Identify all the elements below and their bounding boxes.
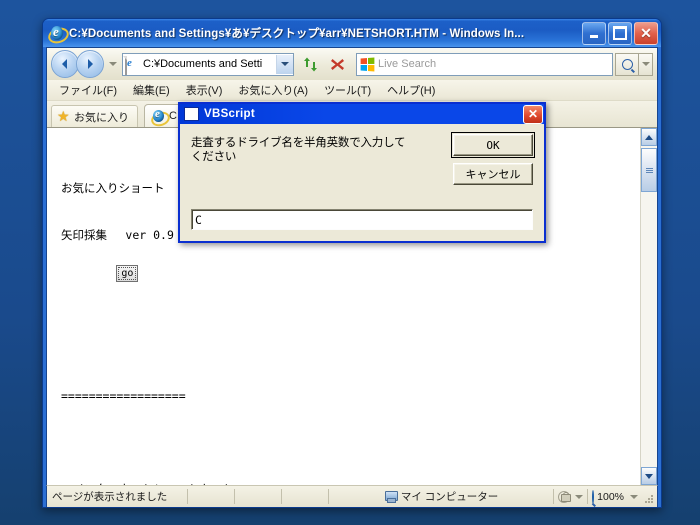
chevron-down-icon bbox=[641, 62, 650, 66]
address-bar[interactable]: e C:¥Documents and Setti bbox=[122, 52, 294, 76]
chevron-down-icon[interactable] bbox=[575, 494, 584, 499]
search-input[interactable]: Live Search bbox=[356, 52, 613, 76]
recent-pages-dropdown[interactable] bbox=[107, 62, 119, 66]
search-go-button[interactable] bbox=[615, 52, 639, 76]
lock-icon bbox=[558, 490, 572, 503]
favorites-label: お気に入り bbox=[74, 111, 129, 124]
status-message: ページが表示されました bbox=[47, 489, 188, 504]
dialog-top-row: 走査するドライブ名を半角英数で入力して ください OK キャンセル bbox=[191, 132, 535, 185]
protected-mode-indicator[interactable] bbox=[554, 489, 589, 504]
scrollbar-thumb[interactable] bbox=[641, 148, 657, 192]
minimize-button[interactable] bbox=[582, 21, 606, 45]
address-value: C:¥Documents and Setti bbox=[143, 58, 263, 70]
search-icon bbox=[621, 58, 633, 70]
chevron-down-icon bbox=[645, 473, 653, 479]
status-slot-3 bbox=[282, 489, 329, 504]
menu-item-favorites[interactable]: お気に入り(A) bbox=[230, 80, 316, 100]
status-slot-2 bbox=[235, 489, 282, 504]
security-zone[interactable]: マイ コンピューター bbox=[329, 489, 555, 504]
menu-item-file[interactable]: ファイル(F) bbox=[51, 80, 125, 100]
window-title: C:¥Documents and Settings¥あ¥デスクトップ¥arr¥N… bbox=[69, 28, 525, 40]
security-zone-label: マイ コンピューター bbox=[400, 491, 499, 503]
vbscript-dialog: VBScript ✕ 走査するドライブ名を半角英数で入力して ください OK キ… bbox=[178, 102, 546, 243]
script-window-icon bbox=[184, 107, 199, 121]
cancel-button[interactable]: キャンセル bbox=[453, 163, 533, 185]
close-icon: ✕ bbox=[527, 107, 539, 121]
resize-grip[interactable] bbox=[641, 491, 653, 503]
browser-window: C:¥Documents and Settings¥あ¥デスクトップ¥arr¥N… bbox=[42, 18, 662, 508]
close-button[interactable]: ✕ bbox=[634, 21, 658, 45]
scroll-up-button[interactable] bbox=[641, 128, 657, 146]
back-arrow-icon bbox=[62, 59, 67, 69]
dialog-title: VBScript bbox=[204, 108, 255, 120]
stop-button[interactable] bbox=[325, 52, 350, 77]
vertical-scrollbar[interactable] bbox=[640, 128, 657, 485]
divider-top: ================== bbox=[61, 389, 186, 403]
address-dropdown-button[interactable] bbox=[276, 54, 293, 74]
live-search-icon bbox=[360, 56, 375, 72]
maximize-button[interactable] bbox=[608, 21, 632, 45]
refresh-button[interactable] bbox=[298, 52, 323, 77]
ok-button[interactable]: OK bbox=[451, 132, 535, 158]
refresh-icon bbox=[304, 57, 317, 71]
star-icon: ★ bbox=[57, 108, 70, 124]
zoom-icon bbox=[592, 489, 595, 504]
menu-bar: ファイル(F) 編集(E) 表示(V) お気に入り(A) ツール(T) ヘルプ(… bbox=[47, 80, 657, 101]
search-placeholder: Live Search bbox=[378, 58, 437, 70]
forward-button[interactable] bbox=[76, 50, 104, 78]
close-icon: ✕ bbox=[640, 25, 652, 41]
internet-explorer-icon bbox=[46, 24, 71, 46]
dialog-buttons: OK キャンセル bbox=[451, 132, 535, 185]
window-controls: ✕ bbox=[582, 21, 658, 45]
status-bar: ページが表示されました マイ コンピューター 100% bbox=[46, 485, 658, 507]
scroll-down-button[interactable] bbox=[641, 467, 657, 485]
menu-item-tools[interactable]: ツール(T) bbox=[316, 80, 379, 100]
dialog-close-button[interactable]: ✕ bbox=[523, 104, 543, 124]
title-bar[interactable]: C:¥Documents and Settings¥あ¥デスクトップ¥arr¥N… bbox=[43, 19, 661, 47]
menu-item-edit[interactable]: 編集(E) bbox=[125, 80, 178, 100]
internet-explorer-icon bbox=[149, 108, 172, 127]
forward-arrow-icon bbox=[88, 59, 93, 69]
scrollbar-track[interactable] bbox=[641, 146, 657, 467]
go-button[interactable]: go bbox=[116, 264, 139, 282]
chevron-down-icon bbox=[109, 62, 117, 66]
search-provider-dropdown[interactable] bbox=[639, 52, 653, 76]
menu-item-help[interactable]: ヘルプ(H) bbox=[379, 80, 443, 100]
back-button[interactable] bbox=[51, 50, 79, 78]
chevron-down-icon[interactable] bbox=[630, 494, 638, 499]
chevron-down-icon bbox=[281, 62, 289, 66]
page-body-line1: インターネットショートカット bbox=[61, 482, 640, 486]
favorites-button[interactable]: ★ お気に入り bbox=[51, 105, 138, 127]
navigation-toolbar: e C:¥Documents and Setti Live Search bbox=[47, 48, 657, 80]
grip-icon bbox=[645, 167, 653, 174]
dialog-message: 走査するドライブ名を半角英数で入力して ください bbox=[191, 135, 406, 163]
dialog-body: 走査するドライブ名を半角英数で入力して ください OK キャンセル C bbox=[180, 124, 544, 241]
stop-icon bbox=[331, 58, 344, 70]
zoom-control[interactable]: 100% bbox=[588, 489, 657, 504]
dialog-title-bar[interactable]: VBScript ✕ bbox=[180, 104, 544, 124]
menu-item-view[interactable]: 表示(V) bbox=[178, 80, 231, 100]
page-icon: e bbox=[125, 55, 140, 75]
chevron-up-icon bbox=[645, 134, 653, 140]
my-computer-icon bbox=[384, 490, 398, 503]
zoom-level: 100% bbox=[597, 490, 624, 503]
status-slot-1 bbox=[188, 489, 235, 504]
dialog-input[interactable]: C bbox=[191, 209, 533, 230]
